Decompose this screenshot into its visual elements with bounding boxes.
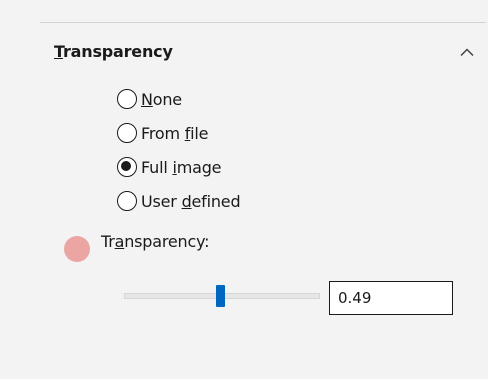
radio-from-file-circle[interactable] xyxy=(117,123,137,143)
transparency-value-input[interactable] xyxy=(329,281,453,315)
radio-full-image-circle[interactable] xyxy=(117,157,137,177)
radio-user-defined-label: User defined xyxy=(141,191,241,211)
slider-thumb[interactable] xyxy=(215,285,225,307)
transparency-slider-label: Transparency: xyxy=(101,232,210,251)
radio-none-circle[interactable] xyxy=(117,89,137,109)
color-swatch-icon xyxy=(64,236,90,262)
radio-full-image[interactable]: Full image xyxy=(117,150,240,184)
section-divider xyxy=(40,22,486,23)
radio-none[interactable]: None xyxy=(117,82,240,116)
radio-from-file-label: From file xyxy=(141,123,209,143)
radio-user-defined-circle[interactable] xyxy=(117,191,137,211)
section-title: Transparency xyxy=(54,42,173,61)
radio-from-file[interactable]: From file xyxy=(117,116,240,150)
radio-none-label: None xyxy=(141,89,182,109)
radio-full-image-label: Full image xyxy=(141,157,222,177)
chevron-up-icon xyxy=(460,47,474,56)
transparency-radio-group: None From file Full image User defined xyxy=(117,82,241,218)
collapse-section-button[interactable] xyxy=(455,40,479,64)
radio-user-defined[interactable]: User defined xyxy=(117,184,241,218)
transparency-slider[interactable] xyxy=(124,285,320,309)
section-title-text: ransparency xyxy=(62,42,173,61)
section-title-mnemonic: T xyxy=(54,42,63,61)
